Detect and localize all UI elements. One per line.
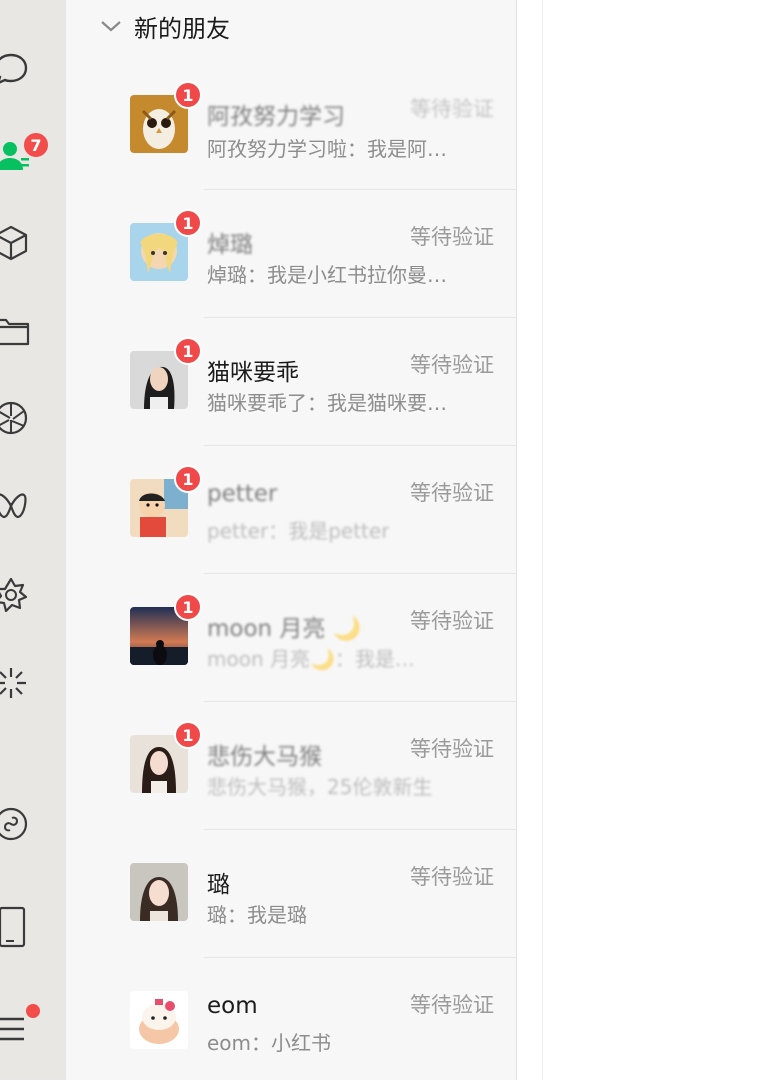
contact-name: petter (207, 481, 278, 507)
contact-name: moon 月亮 🌙 (207, 616, 362, 642)
detail-pane (542, 0, 764, 1080)
search-star-icon[interactable] (0, 572, 34, 618)
request-status: 等待验证 (410, 609, 494, 633)
request-status: 等待验证 (410, 97, 494, 121)
unread-badge: 1 (174, 337, 202, 365)
request-status: 等待验证 (410, 481, 494, 505)
contact-name: 焯璐 (207, 232, 253, 258)
contact-name: 悲伤大马猴 (207, 744, 322, 770)
mini-program-icon[interactable] (0, 801, 34, 847)
request-status: 等待验证 (410, 353, 494, 377)
friend-request-row[interactable]: 1 petter 等待验证 petter：我是petter (66, 446, 516, 574)
pane-divider[interactable] (516, 0, 517, 1080)
contacts-badge: 7 (22, 131, 50, 159)
contact-name: 猫咪要乖 (207, 360, 299, 386)
friend-request-row[interactable]: 1 猫咪要乖 等待验证 猫咪要乖了：我是猫咪要… (66, 318, 516, 446)
channels-icon[interactable] (0, 483, 34, 529)
unread-badge: 1 (174, 209, 202, 237)
cube-icon[interactable] (0, 219, 34, 265)
unread-badge: 1 (174, 81, 202, 109)
new-friends-group-header[interactable]: 新的朋友 (98, 8, 230, 44)
contact-name: 璐 (207, 872, 230, 898)
unread-badge: 1 (174, 465, 202, 493)
group-title: 新的朋友 (134, 14, 230, 43)
chat-icon[interactable] (0, 45, 34, 91)
request-status: 等待验证 (410, 865, 494, 889)
friend-request-row[interactable]: 1 moon 月亮 🌙 等待验证 moon 月亮🌙：我是… (66, 574, 516, 702)
request-status: 等待验证 (410, 993, 494, 1017)
request-status: 等待验证 (410, 225, 494, 249)
unread-badge: 1 (174, 593, 202, 621)
request-message-preview: 焯璐：我是小红书拉你曼… (207, 263, 447, 287)
request-message-preview: petter：我是petter (207, 519, 390, 543)
phone-icon[interactable] (0, 904, 34, 950)
friend-request-row[interactable]: 1 焯璐 等待验证 焯璐：我是小红书拉你曼… (66, 190, 516, 318)
friend-request-row[interactable]: 1 阿孜努力学习 等待验证 阿孜努力学习啦：我是阿… (66, 62, 516, 190)
contact-name: eom (207, 993, 258, 1019)
request-message-preview: 悲伤大马猴，25伦敦新生 (207, 775, 433, 799)
friend-request-row[interactable]: 璐 等待验证 璐：我是璐 (66, 830, 516, 958)
friend-request-row[interactable]: eom 等待验证 eom：小红书 (66, 958, 516, 1086)
app-sidebar: 7 (0, 0, 66, 1080)
unread-badge: 1 (174, 721, 202, 749)
menu-notification-dot (26, 1004, 40, 1018)
avatar (130, 991, 188, 1049)
contact-name: 阿孜努力学习 (207, 104, 345, 130)
avatar (130, 863, 188, 921)
request-message-preview: 阿孜努力学习啦：我是阿… (207, 137, 447, 161)
request-status: 等待验证 (410, 737, 494, 761)
request-message-preview: 璐：我是璐 (207, 903, 307, 927)
chevron-down-icon (101, 21, 121, 32)
sparkle-icon[interactable] (0, 660, 34, 706)
request-message-preview: 猫咪要乖了：我是猫咪要… (207, 391, 447, 415)
moments-icon[interactable] (0, 395, 34, 441)
request-message-preview: eom：小红书 (207, 1031, 332, 1055)
folder-icon[interactable] (0, 307, 34, 353)
friend-request-row[interactable]: 1 悲伤大马猴 等待验证 悲伤大马猴，25伦敦新生 (66, 702, 516, 830)
request-message-preview: moon 月亮🌙：我是… (207, 647, 415, 671)
